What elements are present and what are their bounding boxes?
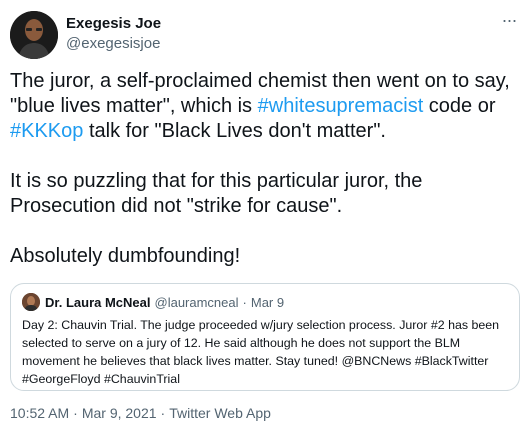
hashtag-link[interactable]: #KKKop [10, 120, 83, 142]
separator-dot: · [242, 294, 247, 310]
quoted-tweet-text: Day 2: Chauvin Trial. The judge proceede… [22, 318, 500, 386]
tweet-text: talk for "Black Lives don't matter". [83, 120, 386, 142]
author-display-name[interactable]: Exegesis Joe [66, 15, 161, 33]
quoted-author-handle[interactable]: @lauramcneal [155, 295, 239, 310]
tweet-card: Exegesis Joe @exegesisjoe ··· The juror,… [0, 0, 532, 424]
quoted-tweet-date[interactable]: Mar 9 [251, 295, 284, 310]
tweet-body: The juror, a self-proclaimed chemist the… [10, 69, 522, 269]
tweet-text: code or [423, 95, 496, 117]
more-options-icon[interactable]: ··· [498, 11, 520, 35]
quoted-tweet[interactable]: Dr. Laura McNeal @lauramcneal · Mar 9 Da… [10, 283, 520, 391]
tweet-paragraph-1: The juror, a self-proclaimed chemist the… [10, 69, 522, 144]
author-info: Exegesis Joe @exegesisjoe [66, 15, 161, 54]
separator-dot: · [160, 405, 166, 421]
quoted-tweet-header: Dr. Laura McNeal @lauramcneal · Mar 9 [22, 292, 509, 312]
author-handle[interactable]: @exegesisjoe [66, 34, 161, 54]
tweet-source[interactable]: Twitter Web App [169, 405, 271, 421]
tweet-date[interactable]: Mar 9, 2021 [82, 405, 157, 421]
quoted-author-name[interactable]: Dr. Laura McNeal [45, 295, 151, 310]
tweet-time[interactable]: 10:52 AM [10, 405, 69, 421]
hashtag-link[interactable]: #whitesupremacist [258, 95, 424, 117]
tweet-paragraph-2: It is so puzzling that for this particul… [10, 170, 423, 217]
author-avatar[interactable] [10, 11, 58, 59]
separator-dot: · [73, 405, 78, 421]
tweet-metadata: 10:52 AM · Mar 9, 2021 · Twitter Web App [10, 405, 271, 421]
quoted-author-avatar[interactable] [22, 293, 40, 311]
tweet-paragraph-3: Absolutely dumbfounding! [10, 245, 241, 267]
